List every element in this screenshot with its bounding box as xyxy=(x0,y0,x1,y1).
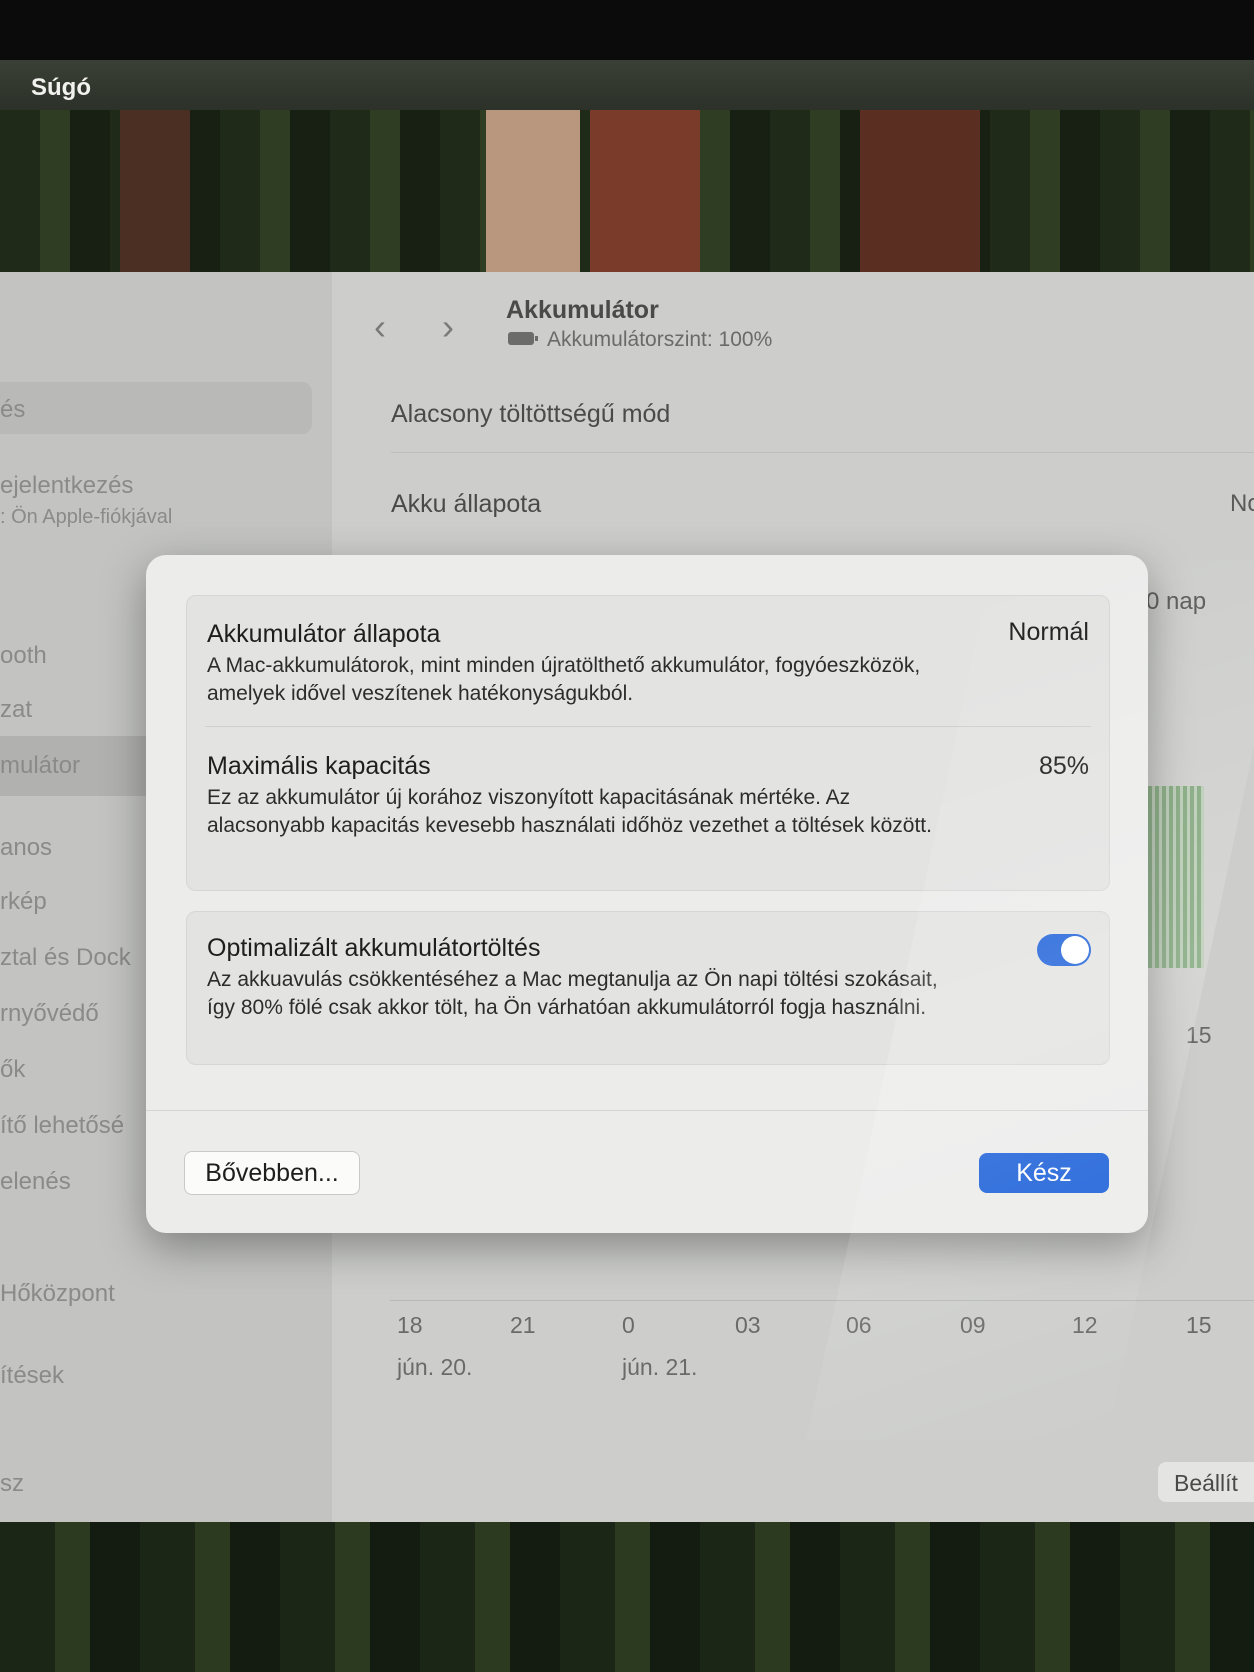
learn-more-button[interactable]: Bővebben... xyxy=(184,1151,360,1195)
optimized-charging-title: Optimalizált akkumulátortöltés xyxy=(207,934,541,962)
battery-health-row[interactable]: Akku állapota xyxy=(391,490,541,519)
chevron-right-icon[interactable]: › xyxy=(442,306,454,348)
tree-trunk xyxy=(120,110,190,278)
max-capacity-value: 85% xyxy=(1038,752,1089,780)
tree-trunk xyxy=(486,110,580,278)
battery-info-card: Akkumulátor állapota Normál A Mac-akkumu… xyxy=(186,595,1110,891)
sidebar-item[interactable]: és xyxy=(0,396,25,424)
battery-health-value: No xyxy=(1230,490,1254,517)
chart-x-tick: 06 xyxy=(846,1312,872,1338)
chart-x-tick: 09 xyxy=(960,1312,986,1338)
menu-bar: Súgó xyxy=(0,60,1254,110)
sidebar-item-notifications[interactable]: ítések xyxy=(0,1362,64,1390)
optimized-charging-description: Az akkuavulás csökkentéséhez a Mac megta… xyxy=(207,968,938,1019)
chart-x-tick: 0 xyxy=(622,1312,635,1338)
done-button[interactable]: Kész xyxy=(979,1153,1109,1193)
max-capacity-description: Ez az akkumulátor új korához viszonyítot… xyxy=(207,786,932,837)
low-power-mode-row[interactable]: Alacsony töltöttségű mód xyxy=(391,400,670,429)
sidebar-item-bluetooth[interactable]: ooth xyxy=(0,642,47,670)
sidebar-item-battery[interactable]: mulátor xyxy=(0,752,80,780)
chart-baseline xyxy=(390,1300,1254,1301)
sidebar-item-wallpaper[interactable]: rkép xyxy=(0,888,47,916)
sidebar-item-signin[interactable]: ejelentkezés xyxy=(0,472,133,500)
chart-x-tick: 21 xyxy=(510,1312,536,1338)
battery-health-title: Akkumulátor állapota xyxy=(207,620,441,648)
sidebar-item-accessibility[interactable]: ítő lehetősé xyxy=(0,1112,124,1140)
battery-health-description: A Mac-akkumulátorok, mint minden újratöl… xyxy=(207,654,921,705)
battery-icon xyxy=(508,332,538,345)
chart-date-label: jún. 20. xyxy=(397,1354,473,1380)
wallpaper-bottom xyxy=(0,1522,1254,1672)
usage-chart-bar xyxy=(1148,786,1204,968)
chart-date-label: jún. 21. xyxy=(622,1354,698,1380)
chart-x-tick: 12 xyxy=(1072,1312,1098,1338)
menu-help[interactable]: Súgó xyxy=(31,74,91,102)
row-divider xyxy=(391,452,1254,453)
battery-level: Akkumulátorszint: 100% xyxy=(547,328,773,351)
chart-tick-label: 15 xyxy=(1186,1022,1212,1048)
sidebar-item-signin-sub: : Ön Apple-fiókjával xyxy=(0,506,173,528)
usage-days-label: 0 nap xyxy=(1146,588,1207,615)
optimized-charging-card: Optimalizált akkumulátortöltés Az akkuav… xyxy=(186,911,1110,1065)
max-capacity-title: Maximális kapacitás xyxy=(207,752,431,780)
sidebar-item[interactable]: ők xyxy=(0,1056,25,1084)
toggle-knob xyxy=(1061,936,1089,964)
tree-trunk xyxy=(860,110,980,278)
window-title: Akkumulátor xyxy=(506,296,659,324)
sidebar-item-screensaver[interactable]: rnyővédő xyxy=(0,1000,99,1028)
screen-bezel xyxy=(0,0,1254,60)
chart-x-tick: 15 xyxy=(1186,1312,1212,1338)
battery-settings-button[interactable]: Beállít xyxy=(1158,1462,1254,1502)
sidebar-item-desktop-dock[interactable]: ztal és Dock xyxy=(0,944,131,972)
sidebar-search[interactable] xyxy=(0,382,312,434)
sidebar-item-network[interactable]: zat xyxy=(0,696,32,724)
sidebar-item-general[interactable]: anos xyxy=(0,834,52,862)
chevron-left-icon[interactable]: ‹ xyxy=(374,306,386,348)
chart-x-tick: 18 xyxy=(397,1312,423,1338)
card-divider xyxy=(205,726,1091,727)
chart-x-tick: 03 xyxy=(735,1312,761,1338)
sidebar-item-appearance[interactable]: elenés xyxy=(0,1168,71,1196)
optimized-charging-toggle[interactable] xyxy=(1037,934,1091,966)
dialog-footer-divider xyxy=(146,1110,1148,1111)
battery-health-dialog: Akkumulátor állapota Normál A Mac-akkumu… xyxy=(146,555,1148,1233)
sidebar-item-control-center[interactable]: Hőközpont xyxy=(0,1280,115,1308)
battery-health-status: Normál xyxy=(1008,618,1089,646)
tree-trunk xyxy=(590,110,700,278)
sidebar-item[interactable]: sz xyxy=(0,1470,24,1498)
